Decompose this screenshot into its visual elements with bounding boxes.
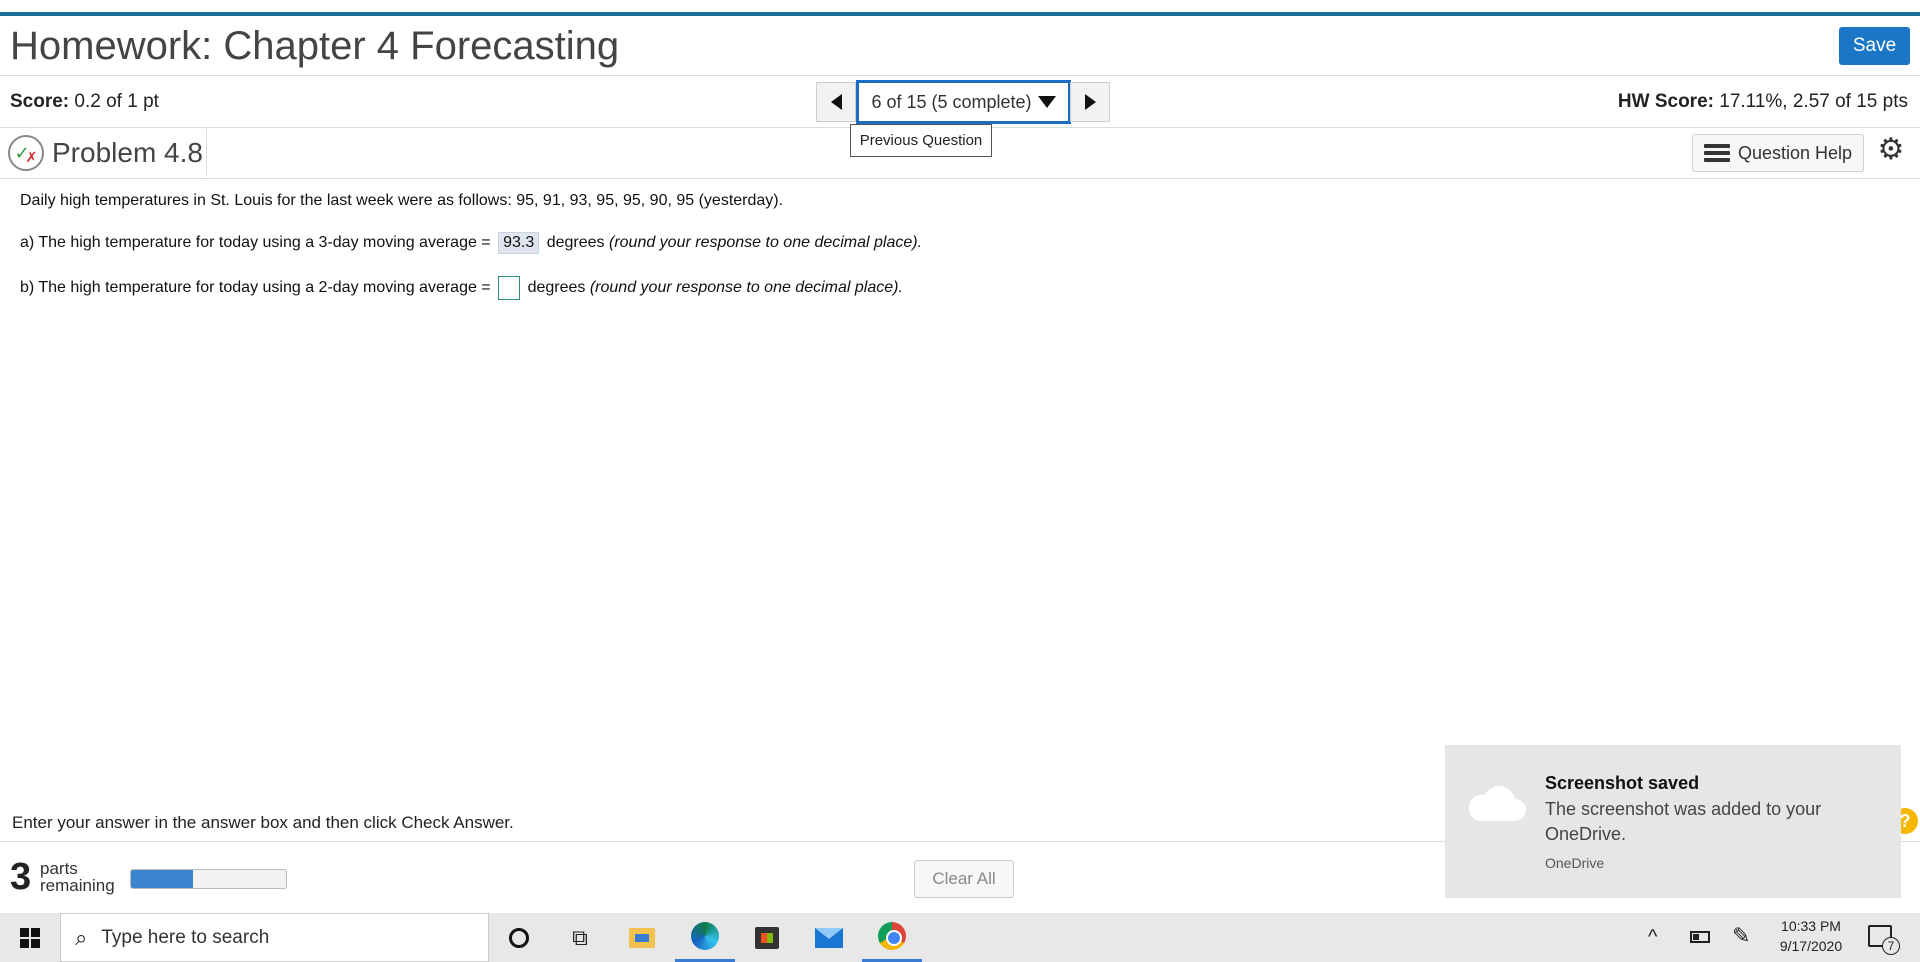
- page-title: Homework: Chapter 4 Forecasting: [10, 24, 620, 68]
- cortana-button[interactable]: [489, 913, 549, 962]
- edge-icon: [691, 922, 719, 950]
- previous-question-tooltip: Previous Question: [850, 124, 992, 157]
- chevron-up-icon[interactable]: ^: [1648, 926, 1657, 949]
- question-intro: Daily high temperatures in St. Louis for…: [20, 192, 784, 209]
- score-value: 0.2 of 1 pt: [74, 91, 159, 112]
- system-clock[interactable]: 10:33 PM 9/17/2020: [1775, 916, 1847, 956]
- question-selector[interactable]: 6 of 15 (5 complete): [856, 80, 1071, 124]
- toast-body: The screenshot was added to your OneDriv…: [1545, 799, 1822, 844]
- part-b: b) The high temperature for today using …: [20, 276, 903, 300]
- chrome-button[interactable]: [862, 913, 922, 962]
- part-b-prefix: b) The high temperature for today using …: [20, 279, 491, 297]
- previous-question-button[interactable]: [816, 82, 856, 122]
- part-a-answer-box[interactable]: 93.3: [498, 232, 540, 254]
- save-button[interactable]: Save: [1839, 27, 1910, 65]
- taskbar: ⌕ Type here to search ⧉ ^ ✎ 10:33 PM 9/1…: [0, 913, 1920, 962]
- part-b-hint: (round your response to one decimal plac…: [589, 279, 903, 297]
- arrow-left-icon: [830, 94, 842, 110]
- pen-icon[interactable]: ✎: [1732, 923, 1750, 949]
- taskbar-search[interactable]: ⌕ Type here to search: [60, 913, 489, 962]
- score: Score: 0.2 of 1 pt: [10, 91, 159, 113]
- question-help-label: Question Help: [1737, 142, 1853, 163]
- store-icon: [755, 926, 779, 949]
- arrow-right-icon: [1084, 94, 1096, 110]
- clock-time: 10:33 PM: [1781, 918, 1841, 934]
- toast-title: Screenshot saved: [1545, 773, 1700, 793]
- chrome-icon: [878, 922, 906, 950]
- clock-date: 9/17/2020: [1779, 938, 1843, 954]
- answer-instruction: Enter your answer in the answer box and …: [12, 813, 514, 832]
- score-bar: Score: 0.2 of 1 pt 6 of 15 (5 complete) …: [0, 77, 1920, 128]
- partial-credit-icon: ✓ ✗: [8, 135, 44, 171]
- list-icon: [1703, 144, 1730, 162]
- edge-button[interactable]: [675, 913, 735, 962]
- notification-badge: 7: [1882, 937, 1900, 955]
- remaining-word: remaining: [40, 876, 115, 895]
- cortana-icon: [509, 927, 529, 948]
- mail-button[interactable]: [799, 913, 859, 962]
- hw-score: HW Score: 17.11%, 2.57 of 15 pts: [1618, 91, 1908, 113]
- hw-score-label: HW Score:: [1617, 91, 1714, 112]
- part-a-suffix: degrees: [546, 234, 605, 251]
- parts-remaining-label: parts remaining: [40, 860, 115, 894]
- score-label: Score:: [10, 91, 70, 112]
- part-a-hint: (round your response to one decimal plac…: [608, 234, 923, 251]
- progress-fill: [131, 870, 193, 888]
- parts-word: parts: [40, 859, 78, 878]
- title-bar: Homework: Chapter 4 Forecasting Save: [0, 16, 1920, 76]
- windows-icon: [20, 927, 40, 948]
- start-button[interactable]: [0, 913, 60, 962]
- next-question-button[interactable]: [1070, 82, 1110, 122]
- part-a: a) The high temperature for today using …: [20, 232, 922, 254]
- folder-icon: [629, 927, 655, 948]
- parts-remaining-count: 3: [10, 856, 32, 898]
- hw-score-value: 17.11%, 2.57 of 15 pts: [1719, 91, 1908, 112]
- question-help-button[interactable]: Question Help: [1692, 134, 1864, 172]
- store-button[interactable]: [737, 913, 797, 962]
- question-selector-label: 6 of 15 (5 complete): [871, 91, 1032, 112]
- clear-all-button[interactable]: Clear All: [914, 860, 1014, 898]
- top-accent-bar: [0, 0, 1920, 16]
- mail-icon: [815, 927, 843, 948]
- problem-title: Problem 4.8: [52, 137, 203, 168]
- part-a-prefix: a) The high temperature for today using …: [20, 234, 491, 251]
- toast-app-name: OneDrive: [1545, 855, 1605, 871]
- task-view-icon: ⧉: [572, 924, 588, 950]
- cloud-icon: [1468, 786, 1526, 821]
- file-explorer-button[interactable]: [612, 913, 672, 962]
- task-view-button[interactable]: ⧉: [550, 913, 610, 962]
- search-icon: ⌕: [75, 924, 88, 950]
- screenshot-toast[interactable]: Screenshot saved The screenshot was adde…: [1445, 745, 1901, 898]
- parts-progress-bar: [130, 869, 287, 889]
- caret-down-icon: [1037, 96, 1056, 108]
- part-b-suffix: degrees: [527, 279, 586, 297]
- divider: [206, 129, 207, 177]
- battery-icon[interactable]: [1690, 931, 1710, 943]
- part-b-answer-box[interactable]: [498, 276, 521, 300]
- search-placeholder: Type here to search: [101, 926, 270, 948]
- gear-icon[interactable]: ⚙: [1876, 135, 1906, 165]
